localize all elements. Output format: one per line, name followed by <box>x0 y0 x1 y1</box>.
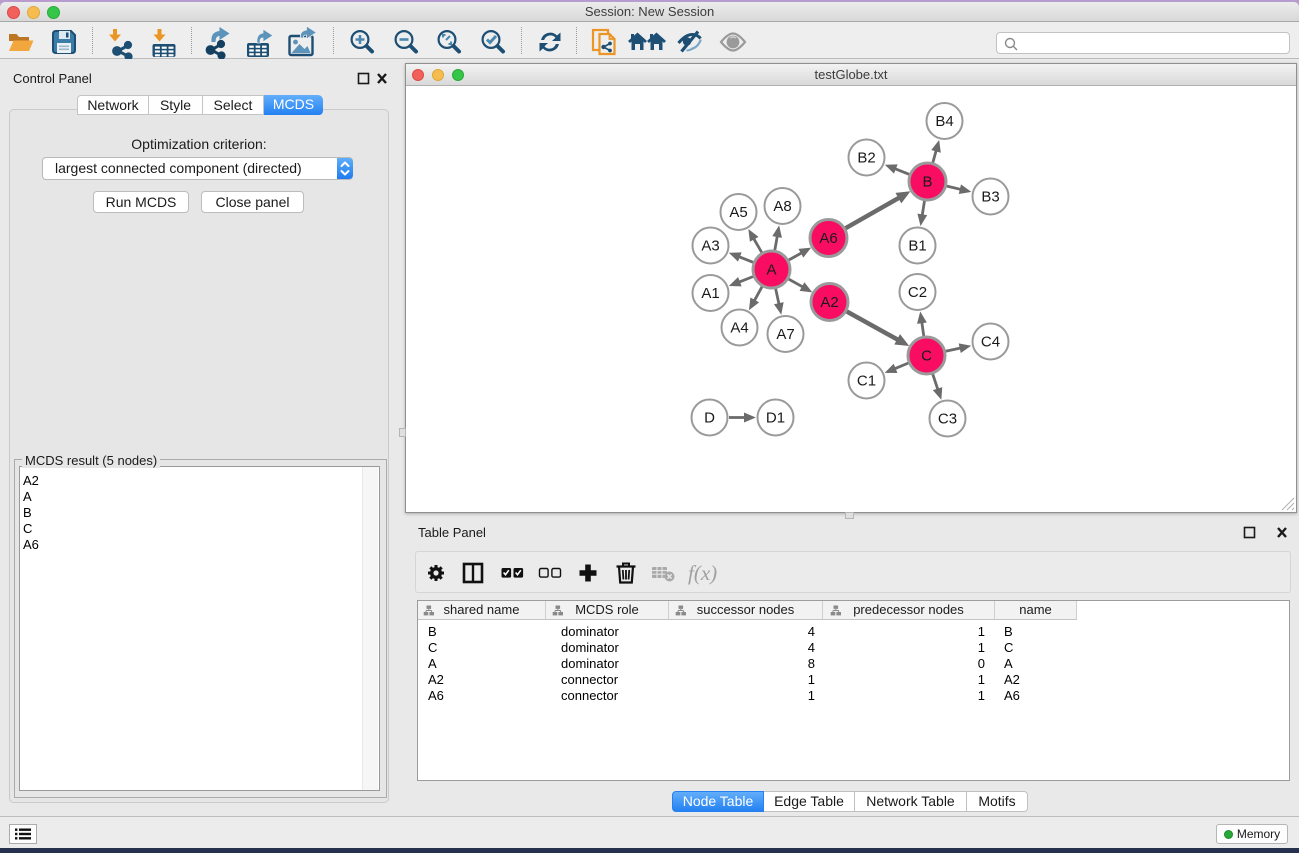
svg-text:C: C <box>921 348 932 365</box>
svg-text:A8: A8 <box>773 198 791 215</box>
svg-text:C4: C4 <box>981 334 1000 351</box>
svg-text:B3: B3 <box>981 189 999 206</box>
svg-text:B1: B1 <box>908 238 926 255</box>
svg-text:A5: A5 <box>729 204 747 221</box>
svg-text:A: A <box>766 262 776 279</box>
svg-text:D1: D1 <box>766 410 785 427</box>
svg-text:f(x): f(x) <box>688 561 717 585</box>
svg-text:C2: C2 <box>908 284 927 301</box>
svg-text:B: B <box>922 174 932 191</box>
svg-text:B2: B2 <box>857 150 875 167</box>
svg-text:A3: A3 <box>701 238 719 255</box>
svg-text:A2: A2 <box>820 294 838 311</box>
svg-text:B4: B4 <box>935 113 953 130</box>
svg-text:A4: A4 <box>730 320 748 337</box>
svg-text:A1: A1 <box>701 285 719 302</box>
svg-text:A7: A7 <box>776 326 794 343</box>
svg-text:A6: A6 <box>819 230 837 247</box>
svg-text:D: D <box>704 410 715 427</box>
svg-text:C3: C3 <box>938 411 957 428</box>
svg-text:C1: C1 <box>857 373 876 390</box>
